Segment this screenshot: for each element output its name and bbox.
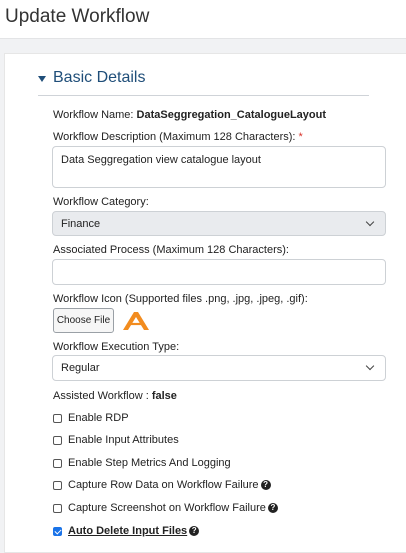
checkbox-checked[interactable] [53,526,62,536]
chevron-down-icon [365,217,375,226]
option-label: Capture Screenshot on Workflow Failure [68,502,266,514]
checkbox[interactable] [53,480,62,490]
option-enable-step-metrics[interactable]: Enable Step Metrics And Logging [53,456,231,470]
associated-process-label: Associated Process (Maximum 128 Characte… [53,244,289,256]
option-capture-row-data[interactable]: Capture Row Data on Workflow Failure ? [53,478,271,492]
caret-down-icon [38,75,46,82]
option-capture-screenshot[interactable]: Capture Screenshot on Workflow Failure ? [53,501,278,515]
workflow-name-label: Workflow Name: [53,109,134,121]
workflow-description-label-row: Workflow Description (Maximum 128 Charac… [53,130,303,144]
option-auto-delete-input-files[interactable]: Auto Delete Input Files ? [53,524,200,538]
workflow-description-label: Workflow Description (Maximum 128 Charac… [53,131,296,143]
option-label: Capture Row Data on Workflow Failure [68,479,259,491]
workflow-name-value: DataSeggregation_CatalogueLayout [136,109,327,121]
checkbox[interactable] [53,503,62,513]
question-circle-icon[interactable]: ? [260,480,271,490]
page-title: Update Workflow [5,6,150,27]
execution-type-label: Workflow Execution Type: [53,341,180,353]
workflow-name-row: Workflow Name: DataSeggregation_Catalogu… [53,108,326,122]
execution-type-value: Regular [61,362,100,374]
workflow-description-textarea[interactable]: Data Seggregation view catalogue layout [52,146,386,188]
workflow-icon-preview [123,312,149,330]
basic-details-toggle[interactable]: Basic Details [38,67,145,89]
workflow-category-select[interactable]: Finance [52,211,386,236]
assisted-workflow-label: Assisted Workflow : [53,390,149,402]
option-label: Enable Step Metrics And Logging [68,457,231,469]
workflow-description-value: Data Seggregation view catalogue layout [61,154,261,166]
question-circle-icon[interactable]: ? [267,503,278,513]
chevron-down-icon [365,361,375,371]
section-title: Basic Details [53,69,146,86]
option-label: Enable RDP [68,412,129,424]
section-divider [38,95,369,96]
assisted-workflow-row: Assisted Workflow : false [53,389,177,403]
associated-process-input[interactable] [52,259,386,285]
option-enable-input-attributes[interactable]: Enable Input Attributes [53,433,179,447]
question-circle-icon[interactable]: ? [189,526,200,536]
workflow-category-value: Finance [61,217,101,230]
choose-file-button[interactable]: Choose File [53,308,114,333]
workflow-category-label: Workflow Category: [53,196,149,208]
checkbox[interactable] [53,435,62,445]
execution-type-select[interactable]: Regular [52,355,386,381]
assisted-workflow-value: false [151,390,177,402]
option-label: Auto Delete Input Files [68,525,188,537]
checkbox[interactable] [53,413,62,423]
top-bar: Update Workflow [0,0,406,39]
option-label: Enable Input Attributes [68,434,179,446]
option-enable-rdp[interactable]: Enable RDP [53,411,129,425]
checkbox[interactable] [53,458,62,468]
required-marker: * [298,131,303,143]
workflow-icon-label: Workflow Icon (Supported files .png, .jp… [53,293,308,305]
